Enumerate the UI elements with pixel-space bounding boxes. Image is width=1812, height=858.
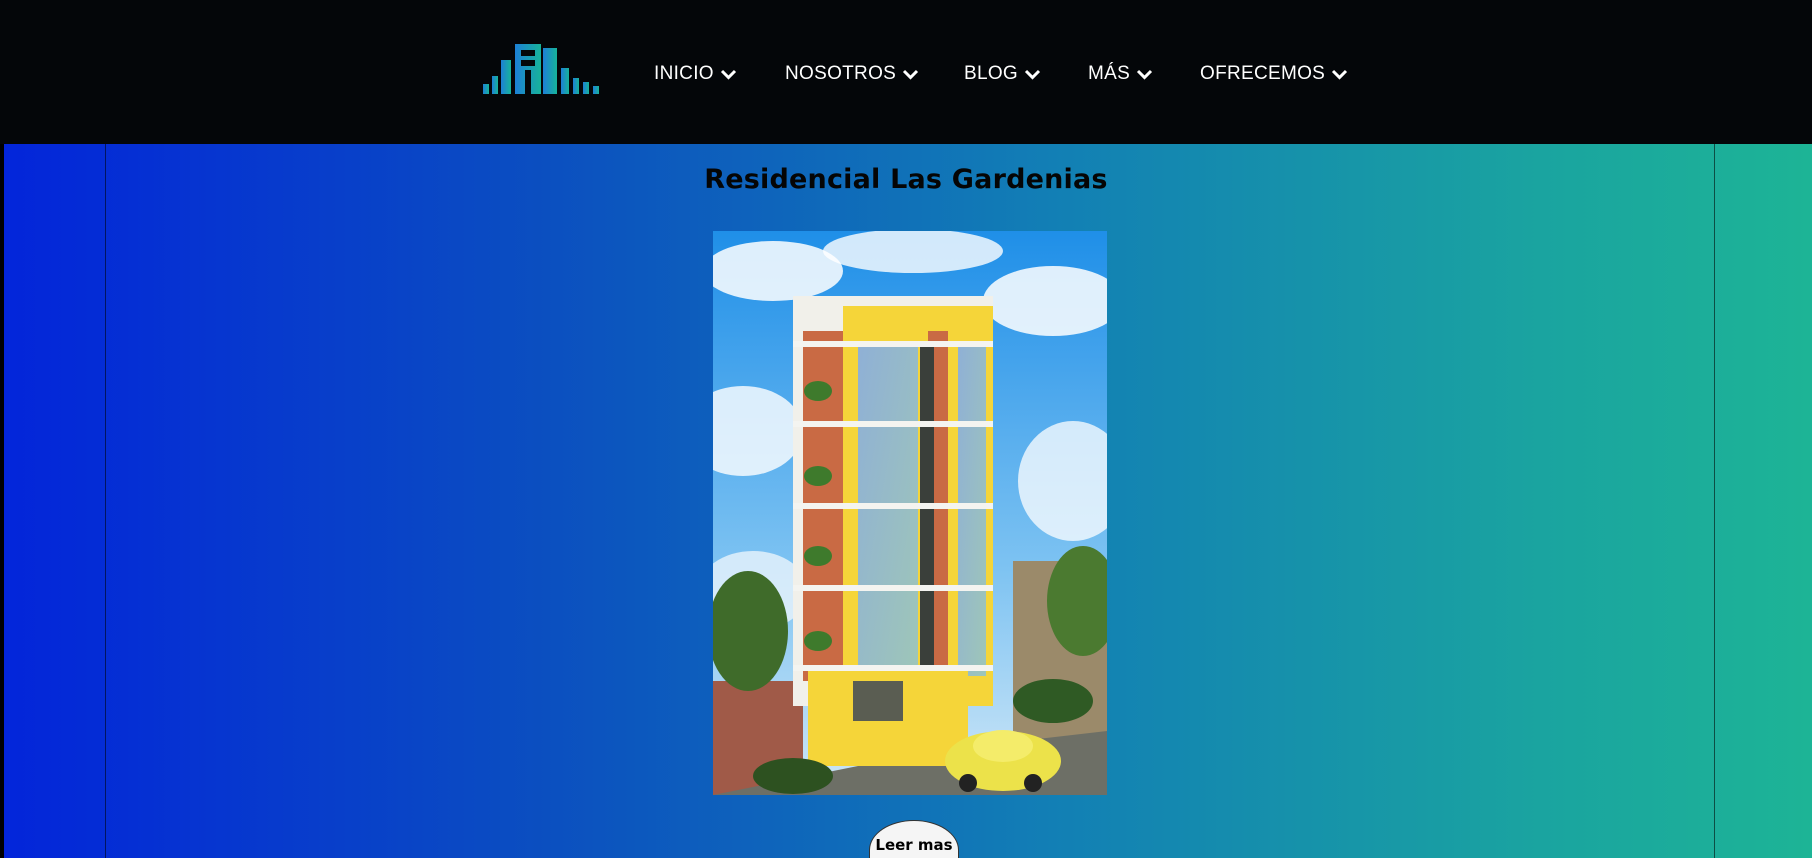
nav-item-mas[interactable]: MÁS — [1088, 60, 1153, 88]
chevron-down-icon — [1332, 69, 1348, 80]
chevron-down-icon — [903, 69, 919, 80]
building-rendering-image — [713, 231, 1107, 795]
nav-item-ofrecemos[interactable]: OFRECEMOS — [1200, 60, 1348, 88]
site-header: INICIO NOSOTROS BLOG MÁS OFRECEMOS — [0, 0, 1812, 144]
nav-item-nosotros[interactable]: NOSOTROS — [785, 60, 919, 88]
nav-item-blog[interactable]: BLOG — [964, 60, 1041, 88]
column-divider — [105, 144, 106, 858]
read-more-button[interactable]: Leer mas — [869, 820, 959, 858]
nav-item-label: OFRECEMOS — [1200, 63, 1326, 84]
nav-item-label: INICIO — [654, 63, 714, 84]
building-logo-icon[interactable] — [481, 38, 605, 98]
nav-item-label: NOSOTROS — [785, 63, 897, 84]
main-content: Residencial Las Gardenias Leer mas — [4, 144, 1812, 858]
chevron-down-icon — [720, 69, 736, 80]
chevron-down-icon — [1024, 69, 1041, 80]
chevron-down-icon — [1137, 69, 1153, 80]
nav-item-label: BLOG — [964, 63, 1018, 84]
nav-item-inicio[interactable]: INICIO — [654, 60, 737, 88]
column-divider — [1714, 144, 1715, 858]
page-title: Residencial Las Gardenias — [704, 164, 1108, 195]
nav-item-label: MÁS — [1088, 63, 1131, 84]
